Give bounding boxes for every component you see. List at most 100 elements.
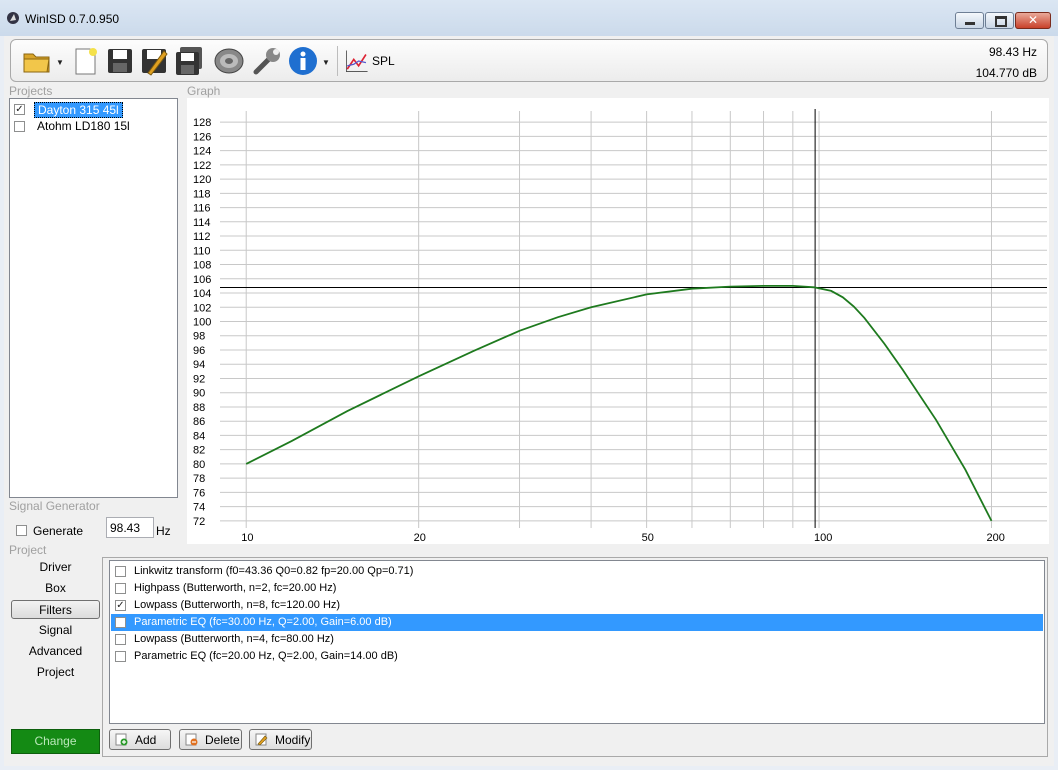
filter-checkbox[interactable]	[115, 651, 126, 662]
filter-label: Lowpass (Butterworth, n=8, fc=120.00 Hz)	[134, 599, 341, 611]
y-tick-label: 112	[193, 231, 211, 243]
add-icon	[115, 733, 128, 746]
open-folder-icon[interactable]	[21, 45, 53, 77]
nav-box[interactable]: Box	[11, 579, 100, 598]
speaker-driver-icon[interactable]	[213, 45, 245, 77]
y-tick-label: 116	[193, 203, 211, 215]
y-tick-label: 120	[193, 174, 211, 186]
y-tick-label: 82	[193, 445, 205, 457]
project-checkbox[interactable]	[14, 121, 25, 132]
info-icon[interactable]	[287, 45, 319, 77]
filter-label: Parametric EQ (fc=20.00 Hz, Q=2.00, Gain…	[134, 650, 398, 662]
add-filter-button[interactable]: Add	[109, 729, 171, 750]
toolbar: ▼ ▼ SPL 98.43 Hz 104.770 dB	[10, 39, 1048, 82]
y-tick-label: 122	[193, 160, 211, 172]
save-as-icon[interactable]	[138, 45, 170, 77]
close-button[interactable]	[1015, 12, 1051, 29]
project-name: Atohm LD180 15l	[37, 119, 130, 133]
y-tick-label: 72	[193, 516, 205, 528]
filters-panel: Linkwitz transform (f0=43.36 Q0=0.82 fp=…	[102, 557, 1048, 757]
x-tick-label: 200	[986, 532, 1004, 544]
generate-label: Generate	[33, 524, 84, 538]
graph-type-label[interactable]: SPL	[372, 54, 395, 68]
delete-filter-button[interactable]: Delete	[179, 729, 242, 750]
spl-graph-icon[interactable]	[344, 48, 370, 74]
window-title: WinISD 0.7.0.950	[25, 12, 120, 26]
filter-checkbox[interactable]	[115, 583, 126, 594]
title-bar: WinISD 0.7.0.950	[0, 0, 1058, 36]
spl-chart[interactable]: 72 74 76 78 80 82 84 86 88 90 92 94 96 98 100 102 104 106…	[187, 98, 1049, 544]
filter-checkbox[interactable]	[115, 566, 126, 577]
main-client-area: ▼ ▼ SPL 98.43 Hz 104.770 dB Projects Gra…	[4, 36, 1054, 766]
filter-label: Highpass (Butterworth, n=2, fc=20.00 Hz)	[134, 582, 337, 594]
project-item[interactable]: ✓ Dayton 315 45l	[13, 101, 175, 118]
delete-icon	[185, 733, 198, 746]
x-tick-label: 20	[414, 532, 426, 544]
save-icon[interactable]	[104, 45, 136, 77]
filter-checkbox[interactable]	[115, 617, 126, 628]
modify-label: Modify	[275, 733, 311, 747]
save-all-icon[interactable]	[173, 45, 205, 77]
y-tick-label: 94	[193, 359, 205, 371]
y-tick-label: 100	[193, 317, 211, 329]
cursor-frequency-readout: 98.43 Hz	[988, 45, 1037, 59]
y-tick-label: 106	[193, 274, 211, 286]
x-tick-label: 50	[642, 532, 654, 544]
minimize-button[interactable]	[955, 12, 984, 29]
project-group-label: Project	[9, 543, 47, 557]
x-tick-label: 10	[241, 532, 253, 544]
open-dropdown-icon[interactable]: ▼	[56, 58, 64, 67]
y-tick-label: 86	[193, 416, 205, 428]
filter-item[interactable]: Linkwitz transform (f0=43.36 Q0=0.82 fp=…	[111, 563, 1043, 580]
y-tick-label: 74	[193, 502, 205, 514]
y-tick-label: 90	[193, 388, 205, 400]
project-item[interactable]: Atohm LD180 15l	[13, 118, 175, 135]
filter-checkbox[interactable]: ✓	[115, 600, 126, 611]
filter-item[interactable]: Parametric EQ (fc=20.00 Hz, Q=2.00, Gain…	[111, 648, 1043, 665]
filter-item[interactable]: Lowpass (Butterworth, n=4, fc=80.00 Hz)	[111, 631, 1043, 648]
nav-signal[interactable]: Signal	[11, 621, 100, 640]
x-tick-label: 100	[814, 532, 832, 544]
add-label: Add	[135, 733, 157, 747]
y-tick-label: 110	[193, 245, 211, 257]
maximize-button[interactable]	[985, 12, 1014, 29]
cursor-level-readout: 104.770 dB	[975, 66, 1037, 80]
new-document-icon[interactable]	[69, 45, 101, 77]
y-tick-label: 92	[193, 373, 205, 385]
y-tick-label: 96	[193, 345, 205, 357]
y-tick-label: 126	[193, 131, 211, 143]
generator-frequency-input[interactable]	[106, 517, 154, 538]
y-tick-label: 88	[193, 402, 205, 414]
nav-filters[interactable]: Filters	[11, 600, 100, 619]
y-tick-label: 98	[193, 331, 205, 343]
change-button[interactable]: Change	[11, 729, 100, 754]
modify-filter-button[interactable]: Modify	[249, 729, 312, 750]
y-tick-label: 108	[193, 260, 211, 272]
projects-list: ✓ Dayton 315 45l Atohm LD180 15l	[9, 98, 178, 498]
frequency-unit: Hz	[156, 524, 171, 538]
y-tick-label: 102	[193, 302, 211, 314]
info-dropdown-icon[interactable]: ▼	[322, 58, 330, 67]
toolbar-separator	[337, 46, 338, 76]
y-tick-label: 76	[193, 487, 205, 499]
y-tick-label: 114	[193, 217, 211, 229]
nav-project[interactable]: Project	[11, 663, 100, 682]
nav-driver[interactable]: Driver	[11, 558, 100, 577]
graph-group-label: Graph	[187, 84, 221, 98]
wrench-icon[interactable]	[251, 45, 283, 77]
graph-area[interactable]: 72 74 76 78 80 82 84 86 88 90 92 94 96 98 100 102 104 106…	[187, 98, 1049, 544]
filter-item[interactable]: Highpass (Butterworth, n=2, fc=20.00 Hz)	[111, 580, 1043, 597]
filter-checkbox[interactable]	[115, 634, 126, 645]
filter-item-selected[interactable]: Parametric EQ (fc=30.00 Hz, Q=2.00, Gain…	[111, 614, 1043, 631]
generate-checkbox[interactable]	[16, 525, 27, 536]
y-tick-label: 124	[193, 146, 211, 158]
filter-label: Parametric EQ (fc=30.00 Hz, Q=2.00, Gain…	[134, 616, 392, 628]
y-tick-label: 104	[193, 288, 211, 300]
nav-advanced[interactable]: Advanced	[11, 642, 100, 661]
filters-list: Linkwitz transform (f0=43.36 Q0=0.82 fp=…	[109, 560, 1045, 724]
delete-label: Delete	[205, 733, 240, 747]
filter-item[interactable]: ✓ Lowpass (Butterworth, n=8, fc=120.00 H…	[111, 597, 1043, 614]
project-checkbox[interactable]: ✓	[14, 104, 25, 115]
project-name: Dayton 315 45l	[34, 102, 123, 118]
projects-group-label: Projects	[9, 84, 53, 98]
